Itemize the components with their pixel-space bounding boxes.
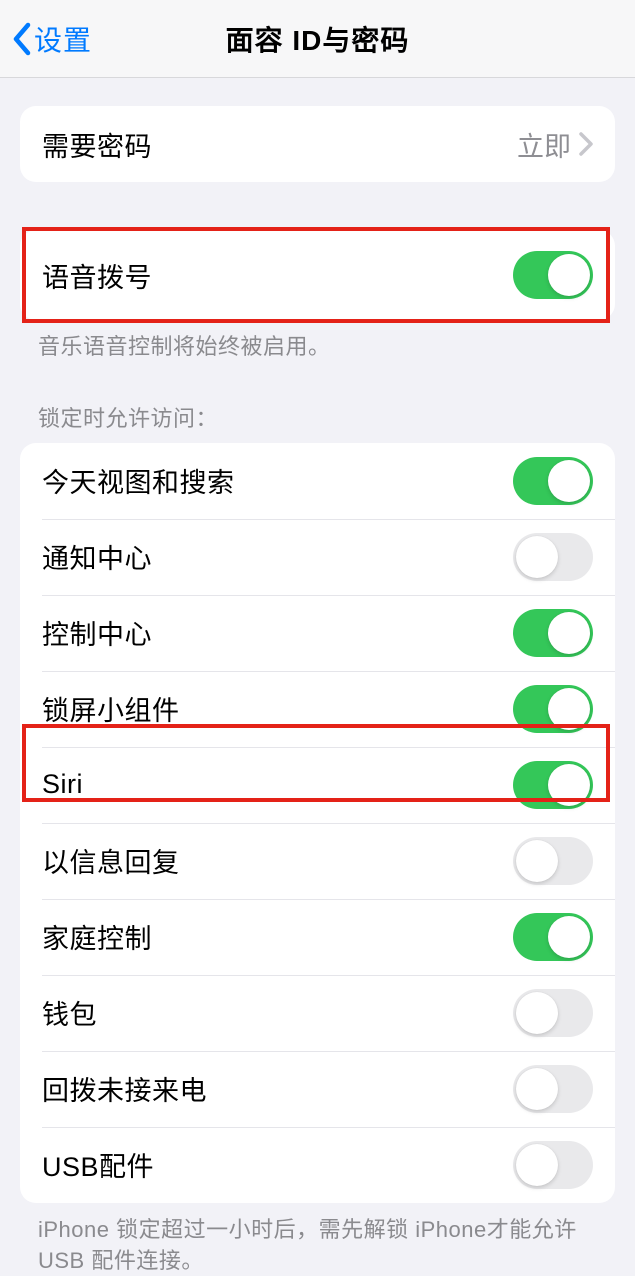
voice-dial-toggle[interactable] bbox=[513, 251, 593, 299]
lock-access-item-label: 以信息回复 bbox=[42, 841, 180, 880]
voice-dial-group: 语音拨号 bbox=[20, 230, 615, 320]
lock-access-row: 通知中心 bbox=[20, 519, 615, 595]
passcode-required-label: 需要密码 bbox=[42, 125, 152, 164]
lock-access-item-label: 回拨未接来电 bbox=[42, 1069, 207, 1108]
voice-dial-footer: 音乐语音控制将始终被启用。 bbox=[0, 320, 635, 363]
lock-access-row: Siri bbox=[20, 747, 615, 823]
toggle-knob bbox=[548, 460, 590, 502]
passcode-required-value: 立即 bbox=[517, 125, 593, 164]
lock-access-toggle[interactable] bbox=[513, 837, 593, 885]
lock-access-row: 今天视图和搜索 bbox=[20, 443, 615, 519]
back-label: 设置 bbox=[34, 19, 92, 59]
back-button[interactable]: 设置 bbox=[0, 0, 92, 77]
lock-access-group: 今天视图和搜索通知中心控制中心锁屏小组件 Siri 以信息回复家庭控制钱包回拨未接来… bbox=[20, 443, 615, 1203]
passcode-required-group: 需要密码 立即 bbox=[20, 106, 615, 182]
chevron-left-icon bbox=[10, 21, 32, 57]
lock-access-toggle[interactable] bbox=[513, 1065, 593, 1113]
lock-access-toggle[interactable] bbox=[513, 913, 593, 961]
page-title: 面容 ID与密码 bbox=[0, 19, 635, 59]
lock-access-item-label: 家庭控制 bbox=[42, 917, 152, 956]
toggle-knob bbox=[548, 612, 590, 654]
lock-access-item-label: Siri bbox=[42, 769, 83, 800]
lock-access-row: 钱包 bbox=[20, 975, 615, 1051]
toggle-knob bbox=[516, 992, 558, 1034]
lock-access-toggle[interactable] bbox=[513, 989, 593, 1037]
lock-access-row: 家庭控制 bbox=[20, 899, 615, 975]
lock-access-row: 以信息回复 bbox=[20, 823, 615, 899]
lock-access-item-label: 通知中心 bbox=[42, 537, 152, 576]
lock-access-footer: iPhone 锁定超过一小时后，需先解锁 iPhone才能允许USB 配件连接。 bbox=[0, 1203, 635, 1276]
lock-access-item-label: 控制中心 bbox=[42, 613, 152, 652]
navbar: 设置 面容 ID与密码 bbox=[0, 0, 635, 78]
toggle-knob bbox=[516, 1144, 558, 1186]
lock-access-toggle[interactable] bbox=[513, 1141, 593, 1189]
lock-access-toggle[interactable] bbox=[513, 533, 593, 581]
lock-access-row: USB配件 bbox=[20, 1127, 615, 1203]
toggle-knob bbox=[516, 536, 558, 578]
content: 需要密码 立即 语音拨号 音乐语音控制将始终被启用。 锁定时允许访问： 今天视图… bbox=[0, 106, 635, 1276]
lock-access-toggle[interactable] bbox=[513, 685, 593, 733]
toggle-knob bbox=[548, 916, 590, 958]
lock-access-row: 回拨未接来电 bbox=[20, 1051, 615, 1127]
lock-access-row: 控制中心 bbox=[20, 595, 615, 671]
lock-access-toggle[interactable] bbox=[513, 609, 593, 657]
passcode-required-row[interactable]: 需要密码 立即 bbox=[20, 106, 615, 182]
lock-access-item-label: 锁屏小组件 bbox=[42, 689, 180, 728]
lock-access-header: 锁定时允许访问： bbox=[0, 363, 635, 443]
toggle-knob bbox=[548, 254, 590, 296]
toggle-knob bbox=[548, 764, 590, 806]
lock-access-item-label: 钱包 bbox=[42, 993, 97, 1032]
lock-access-toggle[interactable] bbox=[513, 457, 593, 505]
lock-access-item-label: 今天视图和搜索 bbox=[42, 461, 235, 500]
chevron-right-icon bbox=[579, 132, 593, 156]
toggle-knob bbox=[516, 840, 558, 882]
lock-access-item-label: USB配件 bbox=[42, 1145, 154, 1184]
toggle-knob bbox=[516, 1068, 558, 1110]
voice-dial-label: 语音拨号 bbox=[42, 256, 152, 295]
voice-dial-row: 语音拨号 bbox=[20, 230, 615, 320]
toggle-knob bbox=[548, 688, 590, 730]
lock-access-toggle[interactable] bbox=[513, 761, 593, 809]
lock-access-row: 锁屏小组件 bbox=[20, 671, 615, 747]
